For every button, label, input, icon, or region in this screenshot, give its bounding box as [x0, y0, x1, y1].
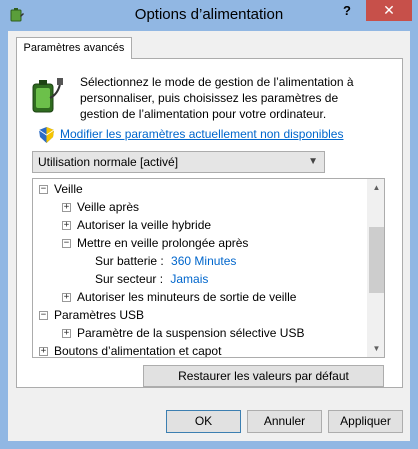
chevron-down-icon: ▼	[308, 156, 318, 167]
tree-item-on-battery[interactable]: Sur batterie : 360 Minutes	[95, 252, 236, 270]
tree-item-label: Veille après	[77, 200, 140, 214]
expand-icon[interactable]: +	[62, 293, 71, 302]
expand-icon[interactable]: +	[62, 221, 71, 230]
help-button[interactable]: ?	[334, 0, 360, 21]
tree-item-label: Sur secteur :	[95, 272, 164, 286]
tree-item-label: Paramètres USB	[54, 308, 145, 322]
collapse-icon[interactable]: −	[39, 185, 48, 194]
collapse-icon[interactable]: −	[39, 311, 48, 320]
title-bar[interactable]: Options d’alimentation ? ✕	[0, 0, 418, 31]
tree-item-sleep-after[interactable]: + Veille après	[62, 198, 139, 216]
scroll-thumb[interactable]	[369, 227, 384, 293]
apply-button[interactable]: Appliquer	[328, 410, 403, 433]
tree-item-label: Paramètre de la suspension sélective USB	[77, 326, 305, 340]
tree-item-hybrid-sleep[interactable]: + Autoriser la veille hybride	[62, 216, 211, 234]
power-plan-selected-value: Utilisation normale [activé]	[38, 155, 179, 169]
power-options-window: Options d’alimentation ? ✕ Paramètres av…	[0, 0, 418, 449]
expand-icon[interactable]: +	[62, 329, 71, 338]
on-battery-value[interactable]: 360 Minutes	[171, 254, 236, 268]
tree-scrollbar[interactable]: ▲ ▼	[367, 179, 384, 357]
expand-icon[interactable]: +	[39, 347, 48, 356]
modify-unavailable-settings-link[interactable]: Modifier les paramètres actuellement non…	[60, 127, 343, 141]
expand-icon[interactable]: +	[62, 203, 71, 212]
cancel-button[interactable]: Annuler	[247, 410, 322, 433]
uac-shield-icon	[39, 127, 54, 143]
tab-advanced-settings[interactable]: Paramètres avancés	[16, 37, 132, 59]
tree-item-wake-timers[interactable]: + Autoriser les minuteurs de sortie de v…	[62, 288, 296, 306]
tree-item-label: Boutons d’alimentation et capot	[54, 344, 222, 357]
ok-button[interactable]: OK	[166, 410, 241, 433]
settings-tree-content: − Veille + Veille après + Autoriser la v…	[33, 179, 368, 357]
description-text: Sélectionnez le mode de gestion de l’ali…	[80, 75, 354, 121]
tree-item-label: Autoriser la veille hybride	[77, 218, 212, 232]
dialog-body: Paramètres avancés Sélectionnez le mode …	[8, 31, 410, 441]
tree-item-label: Autoriser les minuteurs de sortie de vei…	[77, 290, 297, 304]
tree-item-sleep[interactable]: − Veille	[39, 180, 83, 198]
scroll-up-arrow-icon[interactable]: ▲	[368, 179, 384, 196]
scroll-down-arrow-icon[interactable]: ▼	[368, 340, 384, 357]
tree-item-power-buttons-lid[interactable]: + Boutons d’alimentation et capot	[39, 342, 221, 357]
settings-tree[interactable]: − Veille + Veille après + Autoriser la v…	[32, 178, 385, 358]
tree-item-usb-selective-suspend[interactable]: + Paramètre de la suspension sélective U…	[62, 324, 304, 342]
collapse-icon[interactable]: −	[62, 239, 71, 248]
tree-item-hibernate-after[interactable]: − Mettre en veille prolongée après	[62, 234, 248, 252]
tree-item-label: Veille	[54, 182, 83, 196]
tree-item-plugged-in[interactable]: Sur secteur : Jamais	[95, 270, 208, 288]
plugged-in-value[interactable]: Jamais	[170, 272, 208, 286]
tree-item-label: Sur batterie :	[95, 254, 164, 268]
power-plan-select[interactable]: Utilisation normale [activé] ▼	[32, 151, 325, 173]
tree-item-label: Mettre en veille prolongée après	[77, 236, 249, 250]
tree-item-usb-settings[interactable]: − Paramètres USB	[39, 306, 144, 324]
battery-plug-icon	[32, 78, 63, 113]
close-button[interactable]: ✕	[366, 0, 412, 21]
restore-defaults-button[interactable]: Restaurer les valeurs par défaut	[143, 365, 384, 387]
